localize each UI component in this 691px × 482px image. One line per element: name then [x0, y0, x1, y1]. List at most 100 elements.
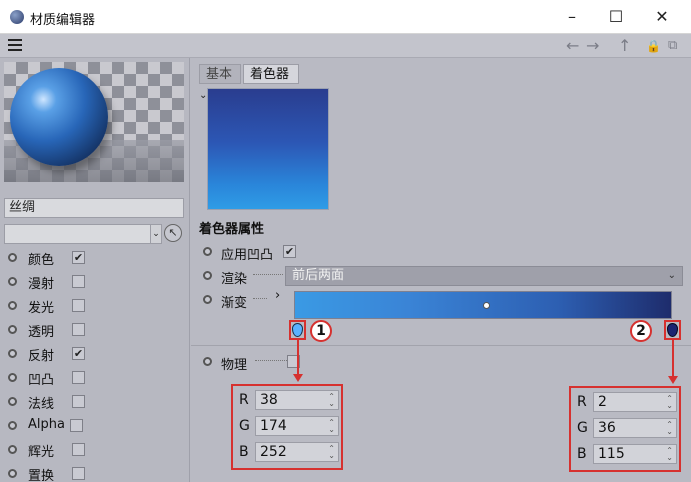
- channel-item-alpha[interactable]: Alpha: [4, 414, 184, 438]
- green-value-field[interactable]: 36 ⌃ ⌄: [593, 418, 677, 438]
- spinner-icon[interactable]: ⌃ ⌄: [666, 447, 673, 462]
- green-row: G 174 ⌃ ⌄: [239, 416, 339, 438]
- channel-label: 法线: [28, 397, 55, 412]
- channel-checkbox[interactable]: [72, 395, 85, 408]
- channel-item-normal[interactable]: 法线: [4, 390, 184, 414]
- spinner-icon[interactable]: ⌃ ⌄: [328, 445, 335, 460]
- back-arrow-icon[interactable]: ←: [566, 36, 579, 56]
- callout-badge-1: 1: [310, 320, 332, 342]
- forward-arrow-icon[interactable]: →: [586, 36, 599, 56]
- channel-label: Alpha: [28, 417, 65, 432]
- channel-checkbox[interactable]: [72, 275, 85, 288]
- shader-panel: 基本 着色器 ⌄ 着色器属性 应用凹凸 ✔ 渲染 前后两面 ⌄ 渐变 › 1 2…: [191, 58, 691, 482]
- channel-checkbox[interactable]: ✔: [72, 347, 85, 360]
- material-preview[interactable]: [4, 62, 184, 182]
- channel-dot-icon: [8, 325, 17, 334]
- animate-dot-icon[interactable]: [203, 295, 212, 304]
- apply-bump-label: 应用凹凸: [221, 248, 274, 263]
- channel-checkbox[interactable]: [70, 419, 83, 432]
- physics-label: 物理: [221, 358, 248, 373]
- apply-bump-checkbox[interactable]: ✔: [283, 245, 296, 258]
- channel-item-transparency[interactable]: 透明: [4, 318, 184, 342]
- material-app-icon: [10, 10, 24, 24]
- channel-item-luminance[interactable]: 发光: [4, 294, 184, 318]
- channel-item-color[interactable]: 颜色 ✔: [4, 246, 184, 270]
- pick-arrow-icon[interactable]: ↖: [164, 224, 182, 242]
- section-title: 着色器属性: [199, 222, 265, 237]
- red-value-field[interactable]: 2 ⌃ ⌄: [593, 392, 677, 412]
- green-channel-label: G: [239, 418, 250, 434]
- label-leader: [255, 360, 287, 361]
- preset-combo[interactable]: [4, 224, 154, 244]
- red-channel-label: R: [577, 394, 587, 410]
- gradient-expand-icon[interactable]: ›: [275, 288, 280, 303]
- channel-dot-icon: [8, 373, 17, 382]
- spinner-icon[interactable]: ⌃ ⌄: [328, 419, 335, 434]
- blue-row: B 252 ⌃ ⌄: [239, 442, 339, 464]
- channel-checkbox[interactable]: ✔: [72, 251, 85, 264]
- channel-item-diffusion[interactable]: 漫射: [4, 270, 184, 294]
- channel-dot-icon: [8, 421, 17, 430]
- channel-checkbox[interactable]: [72, 467, 85, 480]
- physics-row: 物理: [199, 352, 683, 374]
- channel-label: 辉光: [28, 445, 55, 460]
- spinner-icon[interactable]: ⌃ ⌄: [666, 395, 673, 410]
- window-title-bar: 材质编辑器 – ☐ ✕: [0, 0, 691, 34]
- red-value: 38: [260, 392, 278, 408]
- channel-label: 颜色: [28, 253, 55, 268]
- blue-value-field[interactable]: 115 ⌃ ⌄: [593, 444, 677, 464]
- minimize-button[interactable]: –: [560, 6, 584, 28]
- animate-dot-icon[interactable]: [203, 357, 212, 366]
- connector-line-left: [297, 340, 299, 376]
- lock-icon[interactable]: 🔒: [646, 36, 661, 56]
- channel-label: 透明: [28, 325, 55, 340]
- channel-checkbox[interactable]: [72, 299, 85, 312]
- knot-color-box-left: R 38 ⌃ ⌄ G 174 ⌃ ⌄ B 252 ⌃ ⌄: [231, 384, 343, 470]
- connector-line-right: [672, 340, 674, 378]
- label-leader: [253, 298, 267, 299]
- green-value: 174: [260, 418, 287, 434]
- blue-row: B 115 ⌃ ⌄: [577, 444, 677, 466]
- spinner-icon[interactable]: ⌃ ⌄: [666, 421, 673, 436]
- red-value-field[interactable]: 38 ⌃ ⌄: [255, 390, 339, 410]
- animate-dot-icon[interactable]: [203, 247, 212, 256]
- knot-color-box-right: R 2 ⌃ ⌄ G 36 ⌃ ⌄ B 115 ⌃ ⌄: [569, 386, 681, 472]
- gradient-label: 渐变: [221, 296, 248, 311]
- channel-item-reflectance[interactable]: 反射 ✔: [4, 342, 184, 366]
- channel-dot-icon: [8, 469, 17, 478]
- render-dropdown[interactable]: 前后两面 ⌄: [285, 266, 683, 286]
- arrow-down-icon: [668, 376, 678, 384]
- channel-label: 漫射: [28, 277, 55, 292]
- preview-sphere: [10, 68, 108, 166]
- blue-value-field[interactable]: 252 ⌃ ⌄: [255, 442, 339, 462]
- chevron-down-icon[interactable]: ⌄: [150, 224, 162, 244]
- up-arrow-icon[interactable]: ↑: [618, 36, 631, 56]
- new-window-icon[interactable]: ⧉: [668, 36, 677, 56]
- channel-dot-icon: [8, 253, 17, 262]
- close-button[interactable]: ✕: [650, 6, 674, 28]
- arrow-down-icon: [293, 374, 303, 382]
- spinner-icon[interactable]: ⌃ ⌄: [328, 393, 335, 408]
- channel-item-glow[interactable]: 辉光: [4, 438, 184, 462]
- blue-channel-label: B: [239, 444, 249, 460]
- tab-shader[interactable]: 着色器: [243, 64, 299, 84]
- maximize-button[interactable]: ☐: [604, 6, 628, 28]
- tab-basic[interactable]: 基本: [199, 64, 241, 84]
- green-value-field[interactable]: 174 ⌃ ⌄: [255, 416, 339, 436]
- render-label: 渲染: [221, 272, 248, 287]
- channel-label: 发光: [28, 301, 55, 316]
- menu-icon[interactable]: [8, 39, 22, 51]
- channel-item-displacement[interactable]: 置换: [4, 462, 184, 482]
- label-leader: [253, 274, 283, 275]
- channel-dot-icon: [8, 445, 17, 454]
- channel-checkbox[interactable]: [72, 371, 85, 384]
- gradient-midpoint-handle[interactable]: [483, 302, 490, 309]
- channel-item-bump[interactable]: 凹凸: [4, 366, 184, 390]
- animate-dot-icon[interactable]: [203, 271, 212, 280]
- channel-checkbox[interactable]: [72, 323, 85, 336]
- gradient-bar[interactable]: [294, 291, 672, 319]
- blue-channel-label: B: [577, 446, 587, 462]
- material-name-field[interactable]: 丝绸: [4, 198, 184, 218]
- chevron-down-icon: ⌄: [667, 270, 676, 281]
- channel-checkbox[interactable]: [72, 443, 85, 456]
